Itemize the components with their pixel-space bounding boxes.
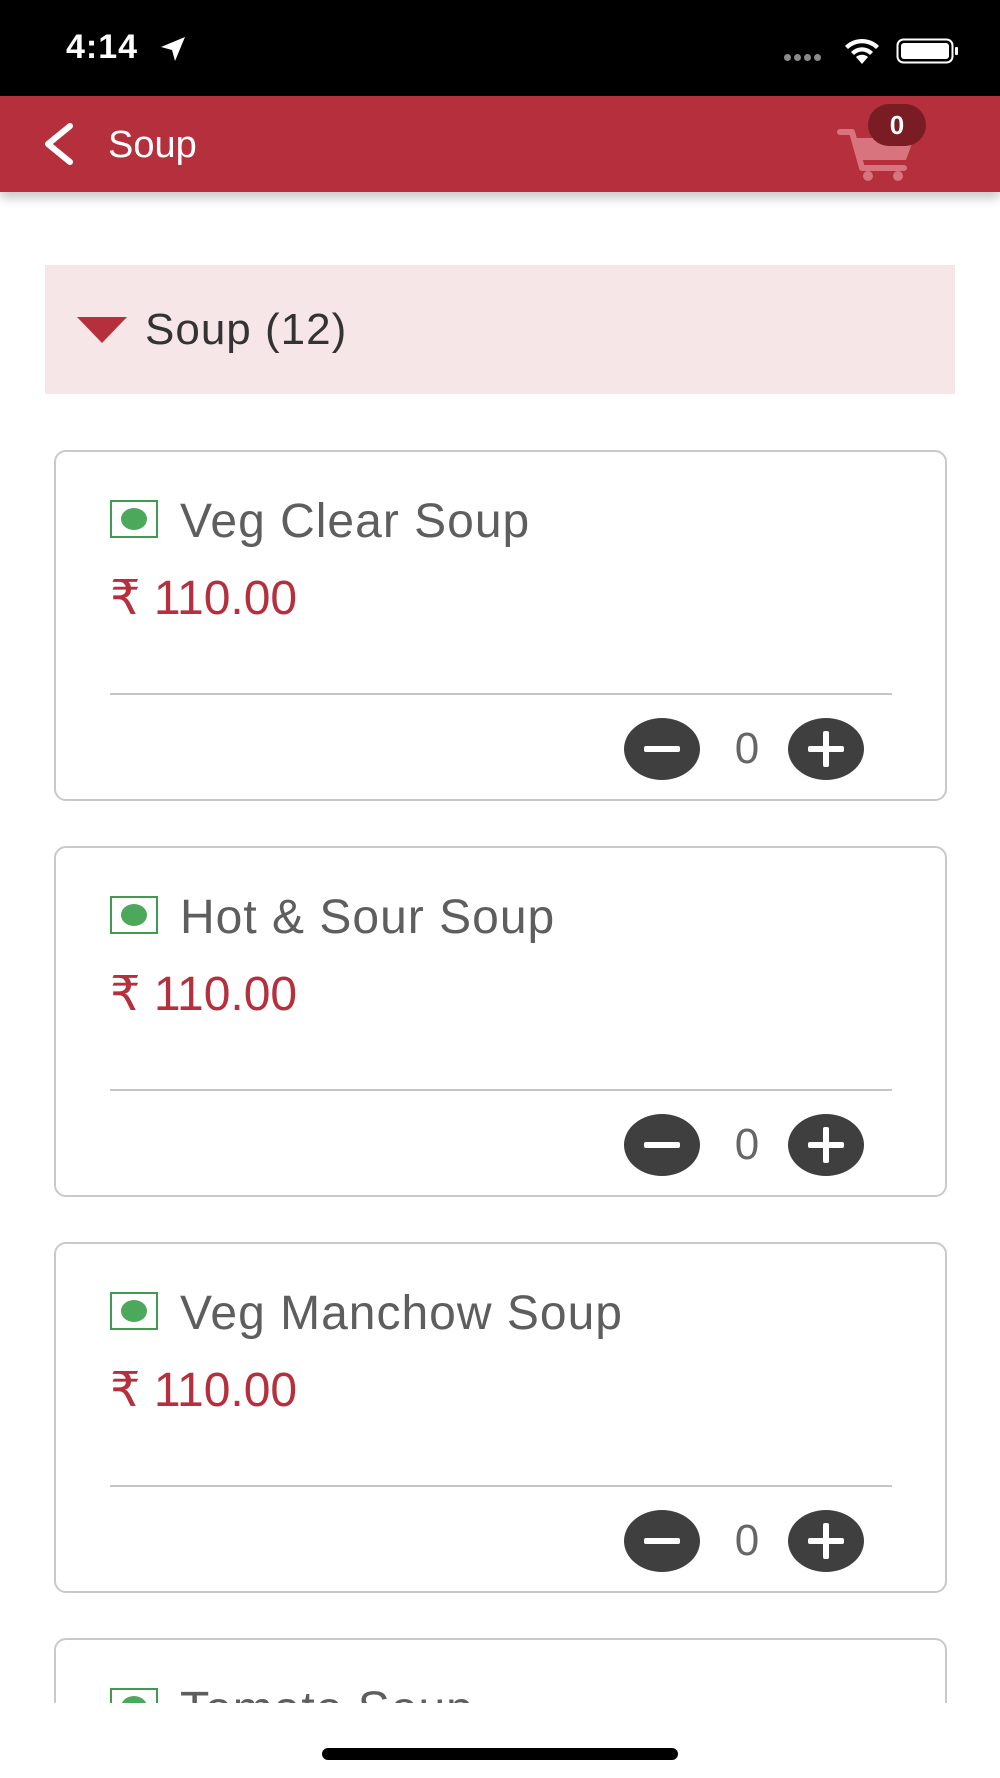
menu-item-card: Veg Manchow Soup ₹ 110.00 0 [54,1242,947,1593]
item-name: Veg Manchow Soup [180,1287,623,1340]
veg-indicator-icon [110,1688,158,1703]
quantity-value: 0 [734,724,760,773]
cellular-signal-icon [784,48,824,66]
divider [110,1485,892,1487]
quantity-value: 0 [734,1516,760,1565]
battery-icon [896,38,958,64]
location-arrow-icon [161,37,185,61]
item-price: ₹ 110.00 [110,1364,298,1417]
wifi-icon [845,38,879,64]
increase-quantity-button[interactable] [788,718,864,780]
decrease-quantity-button[interactable] [624,1114,700,1176]
menu-item-card: Veg Clear Soup ₹ 110.00 0 [54,450,947,801]
status-bar: 4:14 [0,0,1000,96]
item-price: ₹ 110.00 [110,968,298,1021]
category-header[interactable]: Soup (12) [45,265,955,394]
status-time: 4:14 [66,28,139,66]
category-title: Soup (12) [145,305,348,354]
chevron-left-icon[interactable] [36,118,86,170]
decrease-quantity-button[interactable] [624,1510,700,1572]
menu-item-card: Hot & Sour Soup ₹ 110.00 0 [54,846,947,1197]
item-price: ₹ 110.00 [110,572,298,625]
decrease-quantity-button[interactable] [624,718,700,780]
increase-quantity-button[interactable] [788,1510,864,1572]
veg-indicator-icon [110,896,158,934]
page-title: Soup [108,124,197,166]
quantity-value: 0 [734,1120,760,1169]
item-name: Veg Clear Soup [180,495,531,548]
veg-indicator-icon [110,1292,158,1330]
item-name: Tomato Soup [180,1682,474,1703]
increase-quantity-button[interactable] [788,1114,864,1176]
divider [110,1089,892,1091]
cart-count-badge: 0 [868,104,926,146]
item-name: Hot & Sour Soup [180,891,556,944]
veg-indicator-icon [110,500,158,538]
nav-bar: Soup [0,96,1000,192]
divider [110,693,892,695]
caret-down-icon [77,317,127,343]
menu-item-card: Tomato Soup [54,1638,947,1703]
home-indicator[interactable] [322,1748,678,1760]
